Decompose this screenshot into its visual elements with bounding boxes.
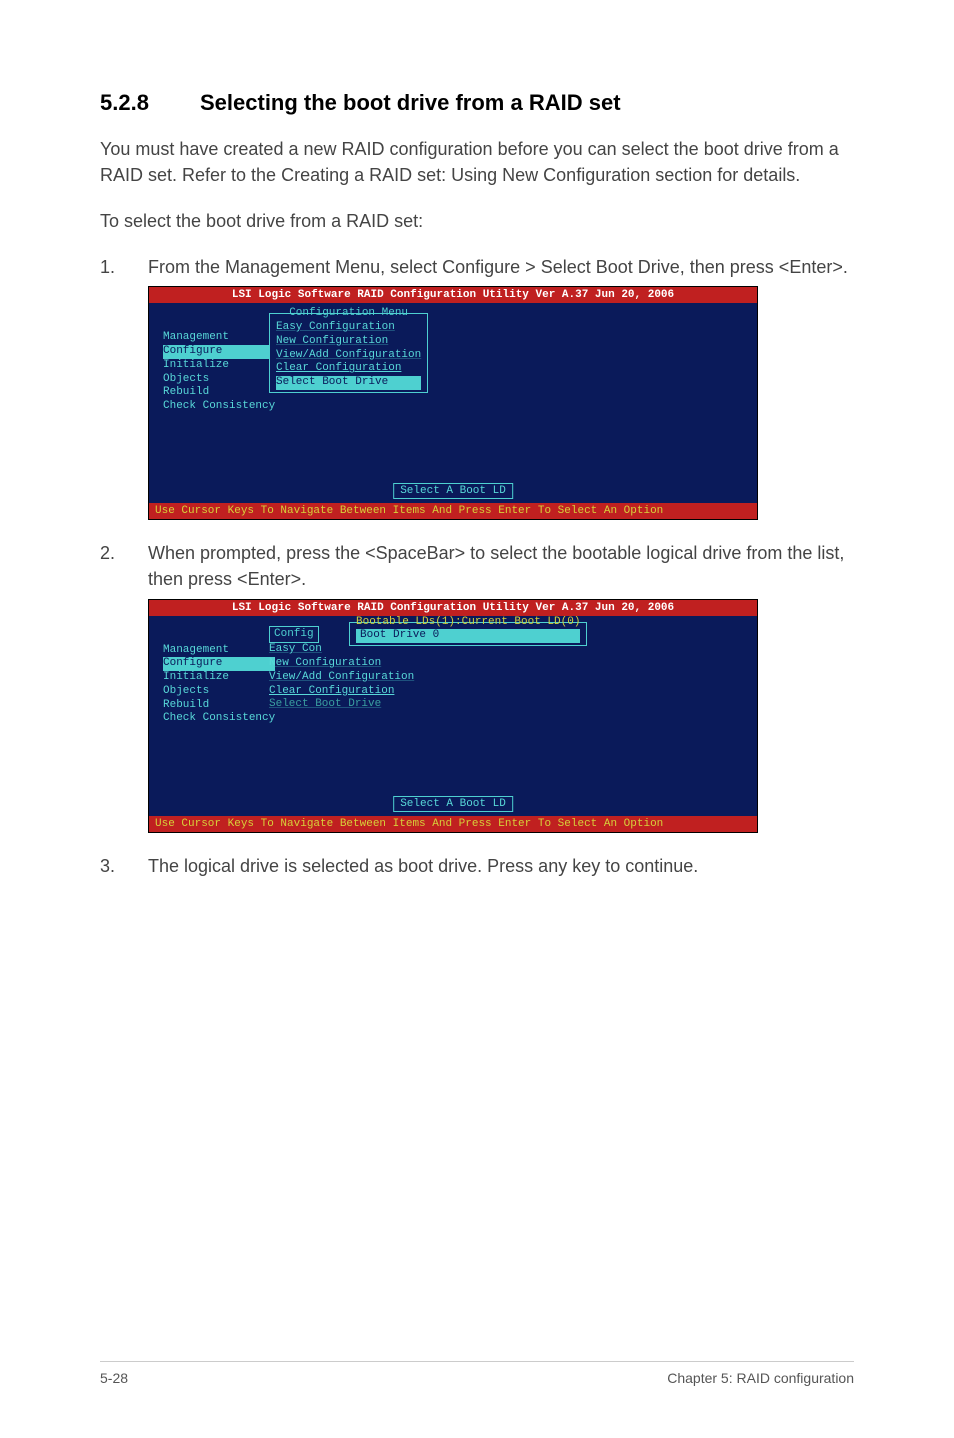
lead-line: To select the boot drive from a RAID set… — [100, 208, 854, 234]
cfg-item: Clear Configuration — [269, 685, 414, 699]
submenu-title: Configuration Menu — [276, 307, 421, 321]
management-menu: Management Configure Initialize Objects … — [163, 644, 275, 727]
cfg-item: Easy Configuration — [276, 321, 421, 335]
bios-body: Management Configure Initialize Objects … — [149, 616, 757, 816]
step-text: From the Management Menu, select Configu… — [148, 254, 854, 280]
mgmt-item: Management — [163, 644, 275, 658]
mgmt-item: Rebuild — [163, 699, 275, 713]
heading-title: Selecting the boot drive from a RAID set — [200, 90, 621, 116]
cfg-item: New Configuration — [276, 335, 421, 349]
bios-screenshot-1: LSI Logic Software RAID Configuration Ut… — [148, 286, 758, 520]
management-menu: Management Configure Initialize Objects … — [163, 331, 275, 414]
step-number: 1. — [100, 254, 148, 280]
mgmt-item: Objects — [163, 373, 275, 387]
bios-title-bar: LSI Logic Software RAID Configuration Ut… — [149, 287, 757, 303]
intro-paragraph: You must have created a new RAID configu… — [100, 136, 854, 188]
cfg-item: View/Add Configuration — [276, 349, 421, 363]
step-2: 2. When prompted, press the <SpaceBar> t… — [100, 540, 854, 592]
select-boot-ld-box: Select A Boot LD — [393, 483, 513, 499]
select-boot-ld-box: Select A Boot LD — [393, 796, 513, 812]
popup-title: Bootable LDs(1):Current Boot LD(0) — [356, 616, 580, 630]
step-3: 3. The logical drive is selected as boot… — [100, 853, 854, 879]
mgmt-item-configure: Configure — [163, 657, 275, 671]
cfg-item: Select Boot Drive — [269, 698, 414, 712]
popup-item-boot-drive-0: Boot Drive 0 — [356, 629, 580, 643]
mgmt-item: Management — [163, 331, 275, 345]
cfg-item: Clear Configuration — [276, 362, 421, 376]
page-number: 5-28 — [100, 1370, 128, 1386]
bootable-lds-popup: Bootable LDs(1):Current Boot LD(0) Boot … — [349, 622, 587, 647]
mgmt-item: Objects — [163, 685, 275, 699]
mgmt-item: Check Consistency — [163, 400, 275, 414]
heading-number: 5.2.8 — [100, 90, 200, 116]
step-number: 2. — [100, 540, 148, 592]
section-heading: 5.2.8 Selecting the boot drive from a RA… — [100, 90, 854, 116]
cfg-item: View/Add Configuration — [269, 671, 414, 685]
mgmt-item: Initialize — [163, 359, 275, 373]
cfg-label: Config — [274, 628, 314, 640]
bios-body: Management Configure Initialize Objects … — [149, 303, 757, 503]
page-footer: 5-28 Chapter 5: RAID configuration — [100, 1361, 854, 1386]
mgmt-item: Initialize — [163, 671, 275, 685]
step-text: The logical drive is selected as boot dr… — [148, 853, 854, 879]
cfg-item-select-boot: Select Boot Drive — [276, 376, 421, 390]
mgmt-item-configure: Configure — [163, 345, 275, 359]
mgmt-item: Check Consistency — [163, 712, 275, 726]
bios-hint-bar: Use Cursor Keys To Navigate Between Item… — [149, 816, 757, 832]
bios-hint-bar: Use Cursor Keys To Navigate Between Item… — [149, 503, 757, 519]
cfg-item: New Configuration — [269, 657, 414, 671]
mgmt-item: Rebuild — [163, 386, 275, 400]
step-1: 1. From the Management Menu, select Conf… — [100, 254, 854, 280]
step-number: 3. — [100, 853, 148, 879]
chapter-label: Chapter 5: RAID configuration — [667, 1370, 854, 1386]
bios-screenshot-2: LSI Logic Software RAID Configuration Ut… — [148, 599, 758, 833]
bios-title-bar: LSI Logic Software RAID Configuration Ut… — [149, 600, 757, 616]
configuration-submenu: Configuration Menu Easy Configuration Ne… — [269, 313, 428, 393]
step-text: When prompted, press the <SpaceBar> to s… — [148, 540, 854, 592]
